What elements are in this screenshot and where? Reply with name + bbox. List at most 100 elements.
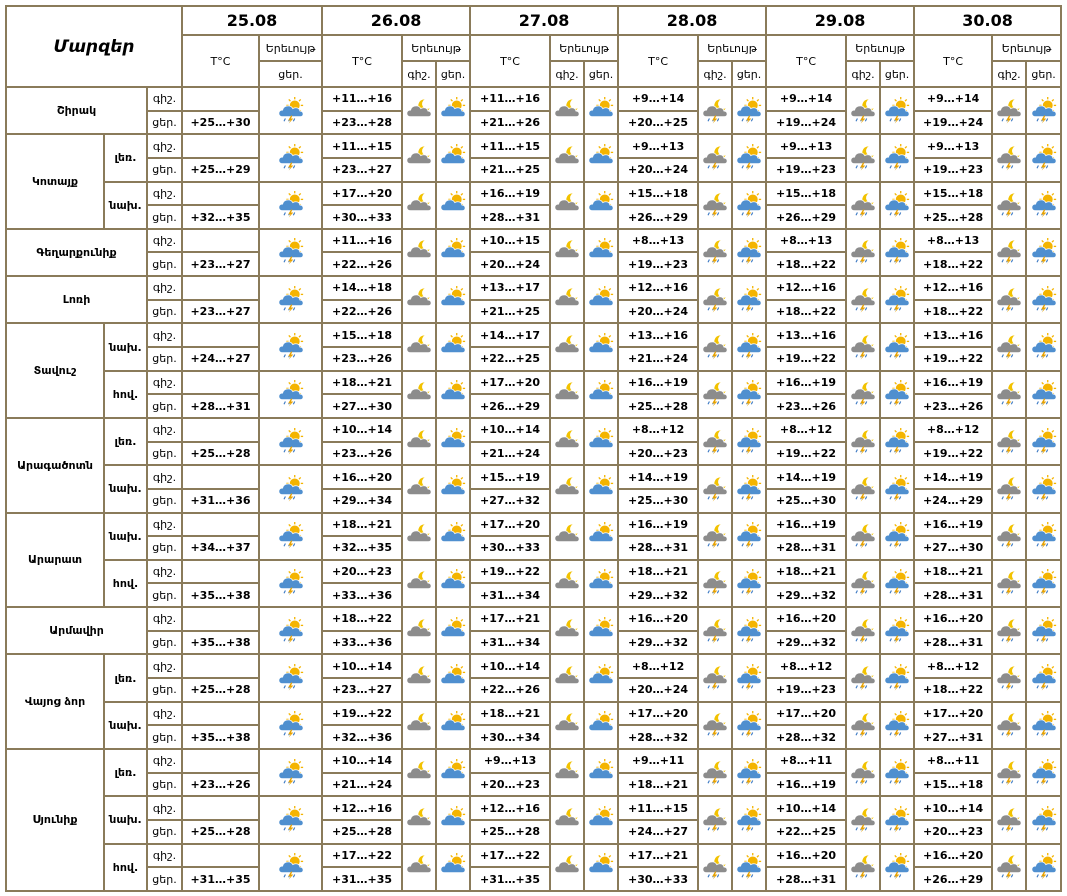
table-row: Վայոց ձոր լեռ. գիշ. +10…+14 +10…+14 +8…+12 +8……: [5, 653, 1063, 750]
temperature-cell: +31…+34: [469, 582, 552, 609]
temperature-cell: +25…+28: [181, 818, 260, 845]
partly-cloudy-sun-icon: [587, 664, 615, 692]
night-label: գիշ.: [146, 133, 183, 159]
temperature-cell: +29…+32: [617, 582, 700, 609]
day-icon-cell: [731, 180, 768, 230]
night-icon-cell: [401, 275, 438, 325]
temperature-cell: +14…+17: [469, 322, 552, 349]
partly-cloudy-sun-thunder-icon: [883, 143, 911, 172]
day-header: ցեր.: [583, 60, 620, 88]
temperature-cell: +21…+24: [321, 771, 404, 798]
night-icon-cell: [697, 842, 734, 892]
partly-cloudy-sun-rain-icon: [277, 758, 305, 787]
partly-cloudy-sun-thunder-icon: [735, 143, 763, 172]
temperature-cell: +9…+14: [913, 86, 994, 112]
partly-cloudy-sun-thunder-icon: [735, 285, 763, 314]
temperature-cell: +27…+32: [469, 487, 552, 514]
subregion-name: լեռ.: [103, 747, 148, 798]
partly-cloudy-sun-icon: [587, 616, 615, 645]
cloudy-moon-thunder-icon: [995, 238, 1023, 266]
temperature-cell: +18…+22: [913, 251, 994, 278]
day-icon-cell: [731, 653, 768, 703]
partly-cloudy-sun-rain-icon: [277, 96, 305, 125]
temperature-cell: +28…+32: [765, 724, 848, 750]
temperature-cell: +19…+23: [617, 251, 700, 278]
cloudy-moon-icon: [405, 569, 433, 597]
temperature-cell: +20…+23: [617, 440, 700, 467]
night-icon-cell: [697, 369, 734, 419]
temperature-cell: +8…+11: [913, 747, 994, 774]
sky-header: Երեւույթ: [257, 34, 324, 62]
cloudy-moon-icon: [405, 522, 433, 550]
day-icon-cell: [435, 558, 472, 609]
cloudy-moon-icon: [405, 711, 433, 739]
temperature-cell: +19…+24: [913, 109, 994, 136]
partly-cloudy-sun-icon: [587, 711, 615, 739]
cloudy-moon-icon: [553, 617, 581, 645]
temperature-cell: +23…+26: [181, 771, 260, 798]
date-header: 27.08: [469, 5, 620, 36]
night-header: գիշ.: [697, 60, 734, 88]
weather-icon-cell: [257, 369, 324, 419]
night-icon-cell: [549, 842, 586, 892]
night-icon-cell: [991, 464, 1028, 514]
day-icon-cell: [1025, 369, 1063, 419]
partly-cloudy-sun-thunder-icon: [883, 664, 911, 692]
temp-header: T°C: [469, 34, 552, 88]
partly-cloudy-sun-thunder-icon: [883, 285, 911, 314]
temperature-cell: +25…+28: [181, 677, 260, 703]
cloudy-moon-icon: [405, 286, 433, 314]
partly-cloudy-sun-icon: [439, 853, 467, 881]
temperature-cell: +31…+36: [181, 487, 260, 514]
partly-cloudy-sun-thunder-icon: [1030, 96, 1058, 125]
table-row: Տավուշ նախ. գիշ. +15…+18 +14…+17 +13…+16 +13…+…: [5, 322, 1063, 419]
temperature-cell: +20…+24: [617, 677, 700, 703]
cloudy-moon-thunder-icon: [849, 191, 877, 219]
temperature-cell: +31…+35: [181, 866, 260, 892]
temperature-cell: +23…+26: [321, 346, 404, 372]
temperature-cell: +15…+18: [913, 771, 994, 798]
partly-cloudy-sun-icon: [587, 474, 615, 503]
partly-cloudy-sun-thunder-icon: [1030, 569, 1058, 597]
partly-cloudy-sun-thunder-icon: [735, 664, 763, 692]
temperature-cell: +10…+14: [469, 653, 552, 680]
temperature-cell: [181, 511, 260, 538]
day-icon-cell: [1025, 85, 1063, 136]
region-name: Արարատ: [5, 511, 105, 609]
night-icon-cell: [549, 747, 586, 798]
cloudy-moon-icon: [553, 664, 581, 692]
temperature-cell: +8…+12: [617, 416, 700, 443]
cloudy-moon-thunder-icon: [995, 380, 1023, 408]
night-icon-cell: [697, 464, 734, 514]
temperature-cell: +28…+31: [765, 535, 848, 561]
temperature-cell: +19…+23: [765, 677, 848, 703]
temperature-cell: +21…+26: [469, 109, 552, 136]
temperature-cell: +30…+33: [469, 535, 552, 561]
night-header: գիշ.: [991, 60, 1028, 88]
partly-cloudy-sun-icon: [587, 191, 615, 219]
partly-cloudy-sun-thunder-icon: [735, 380, 763, 408]
temperature-cell: +22…+26: [321, 298, 404, 325]
night-header: գիշ.: [401, 60, 438, 88]
temperature-cell: +13…+17: [469, 275, 552, 301]
day-icon-cell: [435, 795, 472, 845]
night-label: գիշ.: [146, 558, 183, 585]
partly-cloudy-sun-rain-icon: [277, 333, 305, 361]
temperature-cell: +21…+24: [617, 346, 700, 372]
temperature-cell: +29…+34: [321, 487, 404, 514]
partly-cloudy-sun-icon: [439, 191, 467, 219]
night-icon-cell: [845, 275, 882, 325]
night-icon-cell: [697, 700, 734, 750]
night-icon-cell: [845, 369, 882, 419]
temperature-cell: +25…+30: [765, 487, 848, 514]
day-label: ցեր.: [146, 818, 183, 845]
temperature-cell: [181, 86, 260, 112]
cloudy-moon-thunder-icon: [701, 711, 729, 739]
partly-cloudy-sun-icon: [439, 569, 467, 597]
cloudy-moon-thunder-icon: [849, 711, 877, 739]
cloudy-moon-icon: [405, 759, 433, 787]
table-row: նախ. գիշ. +16…+20 +15…+19 +14…+19 +14…+19 +14……: [6, 464, 1063, 514]
temperature-cell: +35…+38: [181, 629, 260, 656]
temperature-cell: +28…+31: [469, 204, 552, 230]
weather-icon-cell: [257, 653, 324, 703]
